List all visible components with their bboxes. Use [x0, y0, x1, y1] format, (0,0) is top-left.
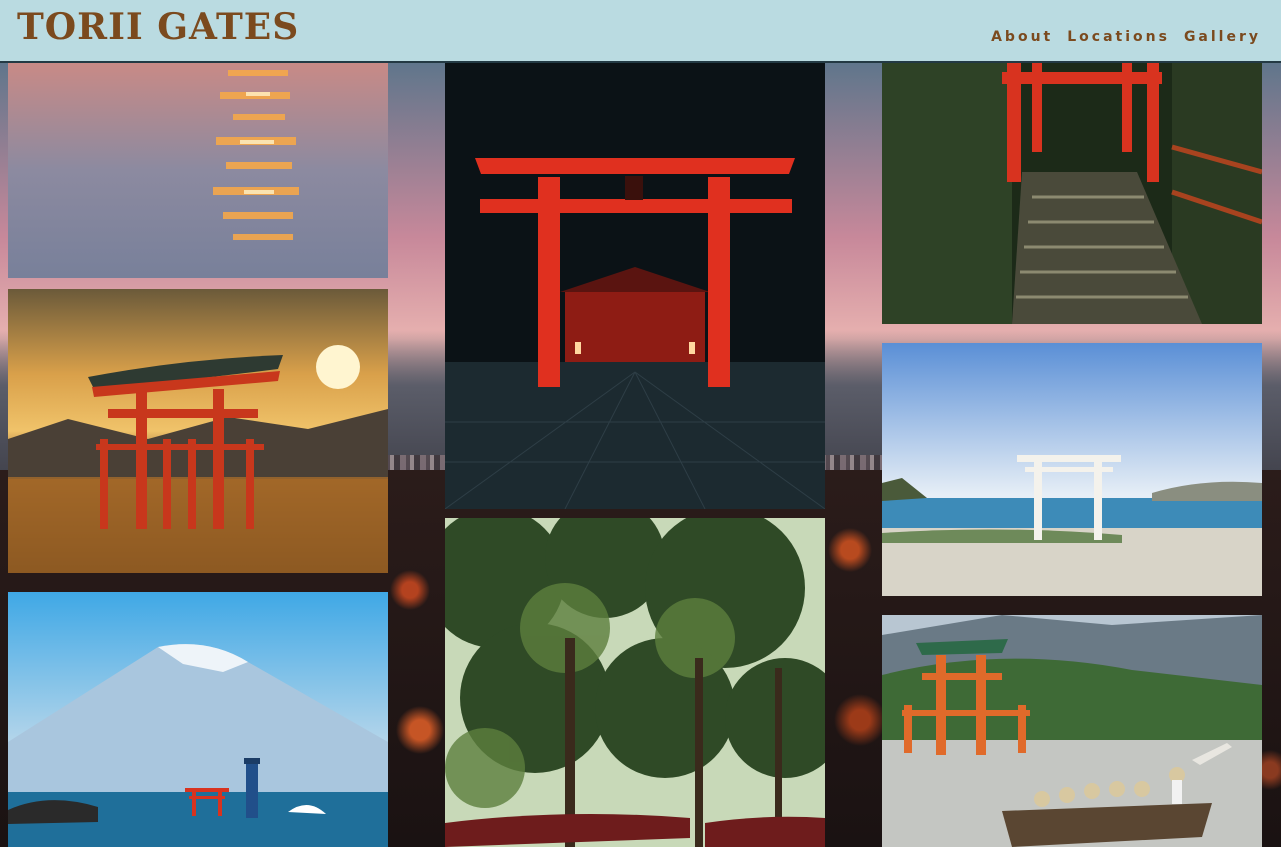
gallery-photo-beach-torii[interactable]: [882, 343, 1262, 596]
gallery-photo-night-torii[interactable]: [445, 62, 825, 509]
gallery-photo-forest-shrine[interactable]: [445, 518, 825, 847]
site-logo[interactable]: TORII GATES: [17, 6, 299, 48]
gallery-photo-torii-path[interactable]: [882, 62, 1262, 324]
gallery-photo-torii-boat[interactable]: [882, 615, 1262, 847]
nav-link-gallery[interactable]: Gallery: [1184, 29, 1261, 45]
gallery-photo-sunset-water[interactable]: [8, 62, 388, 278]
nav-link-locations[interactable]: Locations: [1067, 29, 1170, 45]
gallery-photo-floating-torii-sunset[interactable]: [8, 289, 388, 573]
main-nav: About Locations Gallery: [991, 29, 1261, 45]
gallery-photo-fuji-torii[interactable]: [8, 592, 388, 847]
site-header: TORII GATES About Locations Gallery: [0, 0, 1281, 63]
nav-link-about[interactable]: About: [991, 29, 1053, 45]
